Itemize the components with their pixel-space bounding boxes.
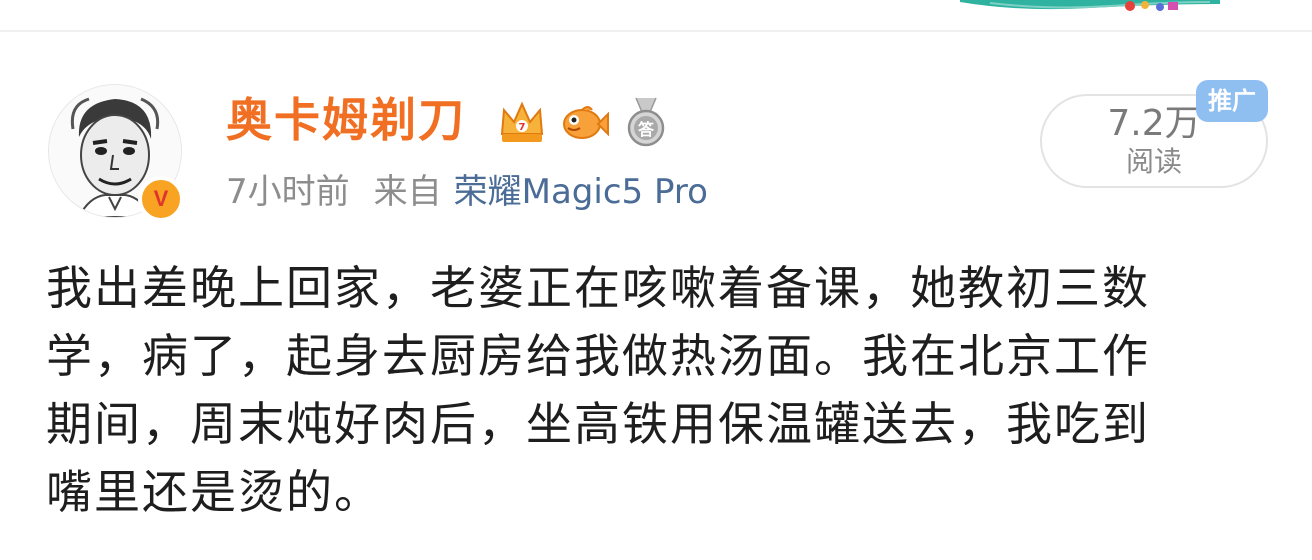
section-divider [0, 30, 1312, 32]
decorative-banner-icon [960, 0, 1220, 11]
source-label: 来自 [373, 172, 442, 212]
post-time: 7小时前 [226, 172, 350, 212]
answer-medal-icon[interactable]: 答 [620, 96, 672, 148]
crown-icon[interactable]: 7 [496, 96, 548, 148]
verified-badge: V [138, 176, 184, 222]
username[interactable]: 奥卡姆剃刀 [226, 92, 466, 148]
post-meta: 7小时前 来自 荣耀Magic5 Pro [226, 170, 708, 214]
top-strip [0, 0, 1312, 30]
post-text[interactable]: 我出差晚上回家，老婆正在咳嗽着备课，她教初三数 学，病了，起身去厨房给我做热汤面… [46, 254, 1278, 526]
fish-icon[interactable] [558, 96, 610, 148]
read-label: 阅读 [1125, 145, 1182, 178]
user-badges: 7 答 [496, 96, 672, 148]
promo-tag: 推广 [1196, 80, 1268, 122]
verified-badge-label: V [153, 186, 169, 211]
device-link[interactable]: 荣耀Magic5 Pro [454, 172, 708, 212]
svg-text:7: 7 [519, 122, 526, 133]
medal-char: 答 [638, 120, 655, 139]
